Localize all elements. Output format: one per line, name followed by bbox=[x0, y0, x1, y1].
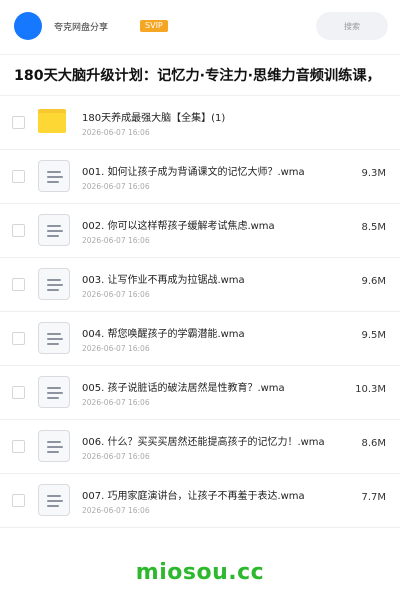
file-size: 9.6M bbox=[361, 276, 386, 287]
file-row[interactable]: 004. 帮您唤醒孩子的学霸潜能.wma 2026-06-07 16:06 9.… bbox=[0, 312, 400, 366]
file-row[interactable]: 003. 让写作业不再成为拉锯战.wma 2026-06-07 16:06 9.… bbox=[0, 258, 400, 312]
document-icon bbox=[38, 160, 70, 192]
file-row[interactable]: 180天养成最强大脑【全集】(1) 2026-06-07 16:06 bbox=[0, 96, 400, 150]
file-name: 004. 帮您唤醒孩子的学霸潜能.wma bbox=[82, 329, 245, 340]
file-date: 2026-06-07 16:06 bbox=[82, 344, 150, 353]
file-row[interactable]: 005. 孩子说脏话的破法居然是性教育？.wma 2026-06-07 16:0… bbox=[0, 366, 400, 420]
file-size: 7.7M bbox=[361, 492, 386, 503]
file-name: 180天养成最强大脑【全集】(1) bbox=[82, 113, 226, 124]
file-date: 2026-06-07 16:06 bbox=[82, 452, 150, 461]
row-checkbox[interactable] bbox=[12, 494, 25, 507]
document-icon bbox=[38, 322, 70, 354]
document-icon bbox=[38, 430, 70, 462]
document-icon bbox=[38, 268, 70, 300]
file-date: 2026-06-07 16:06 bbox=[82, 398, 150, 407]
file-size: 10.3M bbox=[355, 384, 386, 395]
row-checkbox[interactable] bbox=[12, 278, 25, 291]
file-name: 006. 什么？买买买居然还能提高孩子的记忆力！.wma bbox=[82, 437, 325, 448]
file-name: 007. 巧用家庭演讲台，让孩子不再羞于表达.wma bbox=[82, 491, 305, 502]
page-title: 180天大脑升级计划：记忆力·专注力·思维力音频训练课， bbox=[14, 68, 381, 84]
document-icon bbox=[38, 214, 70, 246]
file-date: 2026-06-07 16:06 bbox=[82, 236, 150, 245]
row-checkbox[interactable] bbox=[12, 224, 25, 237]
file-date: 2026-06-07 16:06 bbox=[82, 182, 150, 191]
svip-badge: SVIP bbox=[140, 19, 168, 33]
row-checkbox[interactable] bbox=[12, 170, 25, 183]
search-placeholder: 搜索 bbox=[344, 21, 360, 31]
file-date: 2026-06-07 16:06 bbox=[82, 128, 150, 137]
file-date: 2026-06-07 16:06 bbox=[82, 506, 150, 515]
file-name: 001. 如何让孩子成为背诵课文的记忆大师？.wma bbox=[82, 167, 305, 178]
file-row[interactable]: 001. 如何让孩子成为背诵课文的记忆大师？.wma 2026-06-07 16… bbox=[0, 150, 400, 204]
file-size: 9.3M bbox=[361, 168, 386, 179]
file-row[interactable]: 007. 巧用家庭演讲台，让孩子不再羞于表达.wma 2026-06-07 16… bbox=[0, 474, 400, 528]
search-button[interactable]: 搜索 bbox=[316, 12, 388, 40]
title-bar: 180天大脑升级计划：记忆力·专注力·思维力音频训练课， bbox=[0, 54, 400, 96]
row-checkbox[interactable] bbox=[12, 440, 25, 453]
file-size: 9.5M bbox=[361, 330, 386, 341]
file-size: 8.5M bbox=[361, 222, 386, 233]
file-name: 005. 孩子说脏话的破法居然是性教育？.wma bbox=[82, 383, 285, 394]
footer-watermark: miosou.cc bbox=[135, 560, 265, 585]
document-icon bbox=[38, 484, 70, 516]
row-checkbox[interactable] bbox=[12, 116, 25, 129]
avatar[interactable] bbox=[14, 12, 42, 40]
file-date: 2026-06-07 16:06 bbox=[82, 290, 150, 299]
file-row[interactable]: 006. 什么？买买买居然还能提高孩子的记忆力！.wma 2026-06-07 … bbox=[0, 420, 400, 474]
document-icon bbox=[38, 376, 70, 408]
file-name: 003. 让写作业不再成为拉锯战.wma bbox=[82, 275, 245, 286]
row-checkbox[interactable] bbox=[12, 386, 25, 399]
file-list: 180天养成最强大脑【全集】(1) 2026-06-07 16:06 001. … bbox=[0, 96, 400, 528]
brand-name: 夸克网盘分享 bbox=[54, 22, 109, 33]
folder-icon bbox=[38, 106, 70, 138]
row-checkbox[interactable] bbox=[12, 332, 25, 345]
file-row[interactable]: 002. 你可以这样帮孩子缓解考试焦虑.wma 2026-06-07 16:06… bbox=[0, 204, 400, 258]
header: 夸克网盘分享 SVIP 搜索 bbox=[0, 0, 400, 52]
file-name: 002. 你可以这样帮孩子缓解考试焦虑.wma bbox=[82, 221, 275, 232]
file-size: 8.6M bbox=[361, 438, 386, 449]
